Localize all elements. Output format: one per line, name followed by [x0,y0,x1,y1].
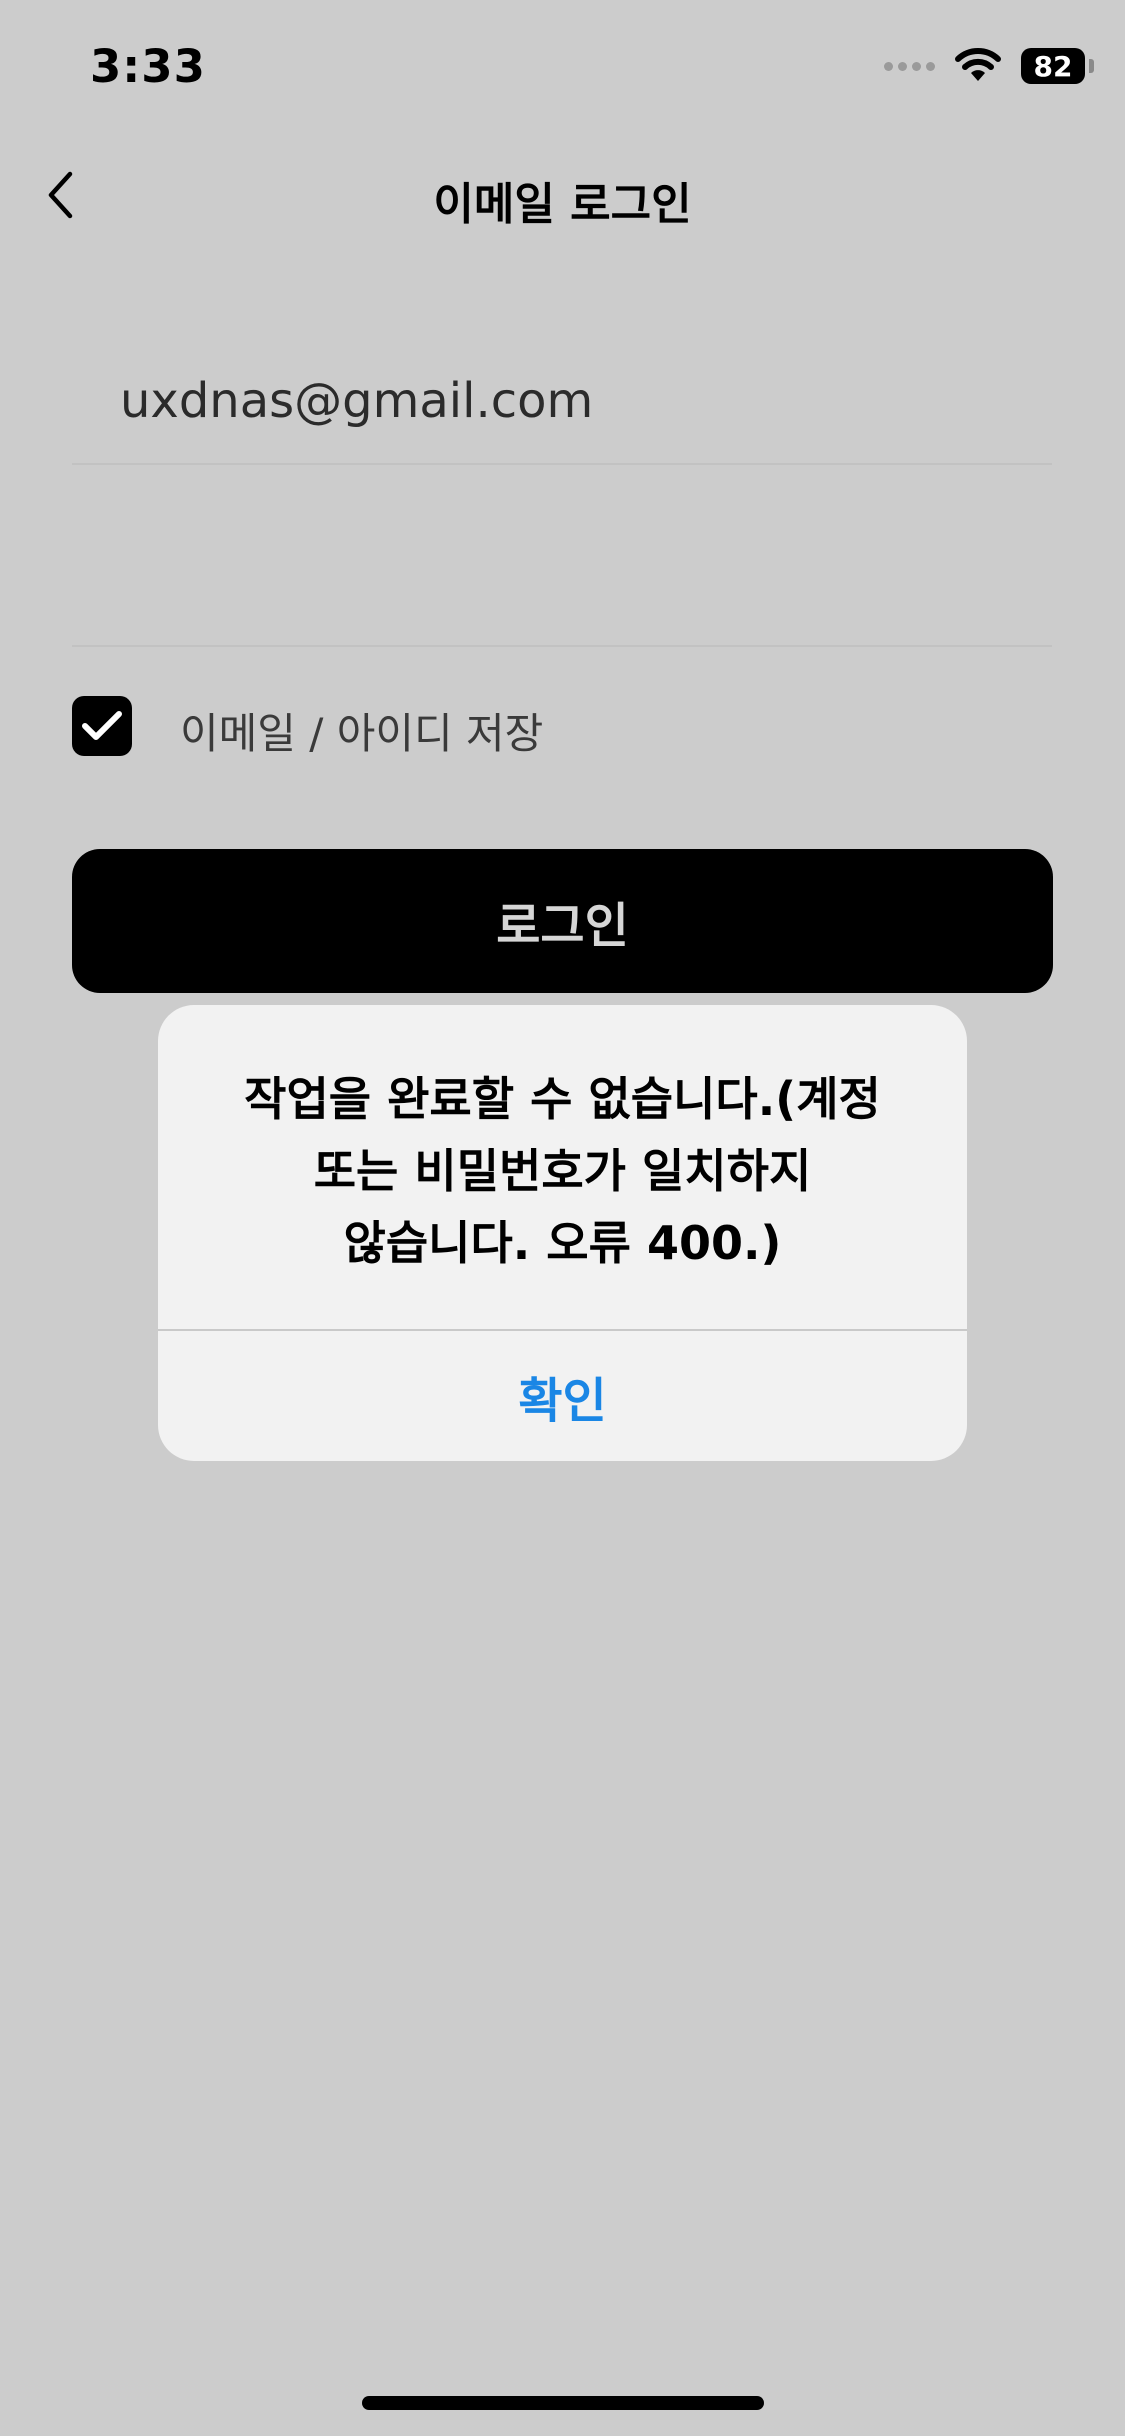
wifi-icon [955,48,1001,81]
alert-message-line: 또는 비밀번호가 일치하지 [313,1144,812,1198]
password-field[interactable] [72,525,1052,647]
alert-message: 작업을 완료할 수 없습니다.(계정 또는 비밀번호가 일치하지 않습니다. 오… [208,1063,917,1279]
save-email-label[interactable]: 이메일 / 아이디 저장 [180,700,543,761]
page-title: 이메일 로그인 [433,179,692,230]
email-value: uxdnas@gmail.com [120,373,594,429]
alert-message-line: 않습니다. 오류 400.) [343,1216,782,1270]
save-email-checkbox[interactable] [72,696,132,756]
email-field[interactable]: uxdnas@gmail.com [72,345,1052,465]
battery-icon: 82 [1021,48,1094,84]
cellular-signal-icon [884,61,935,71]
error-alert: 작업을 완료할 수 없습니다.(계정 또는 비밀번호가 일치하지 않습니다. 오… [158,1005,967,1461]
alert-confirm-button[interactable]: 확인 [158,1331,967,1461]
login-screen: 3:33 82 이메일 로그인 uxdnas@gmail.com 이메일 / 아… [0,0,1125,2436]
status-time: 3:33 [90,40,206,93]
status-icons: 82 [884,48,1094,84]
alert-message-line: 작업을 완료할 수 없습니다.(계정 [244,1072,881,1126]
battery-level: 82 [1033,49,1073,83]
home-indicator[interactable] [362,2396,764,2410]
login-button[interactable]: 로그인 [72,849,1053,993]
checkmark-icon [82,711,122,740]
